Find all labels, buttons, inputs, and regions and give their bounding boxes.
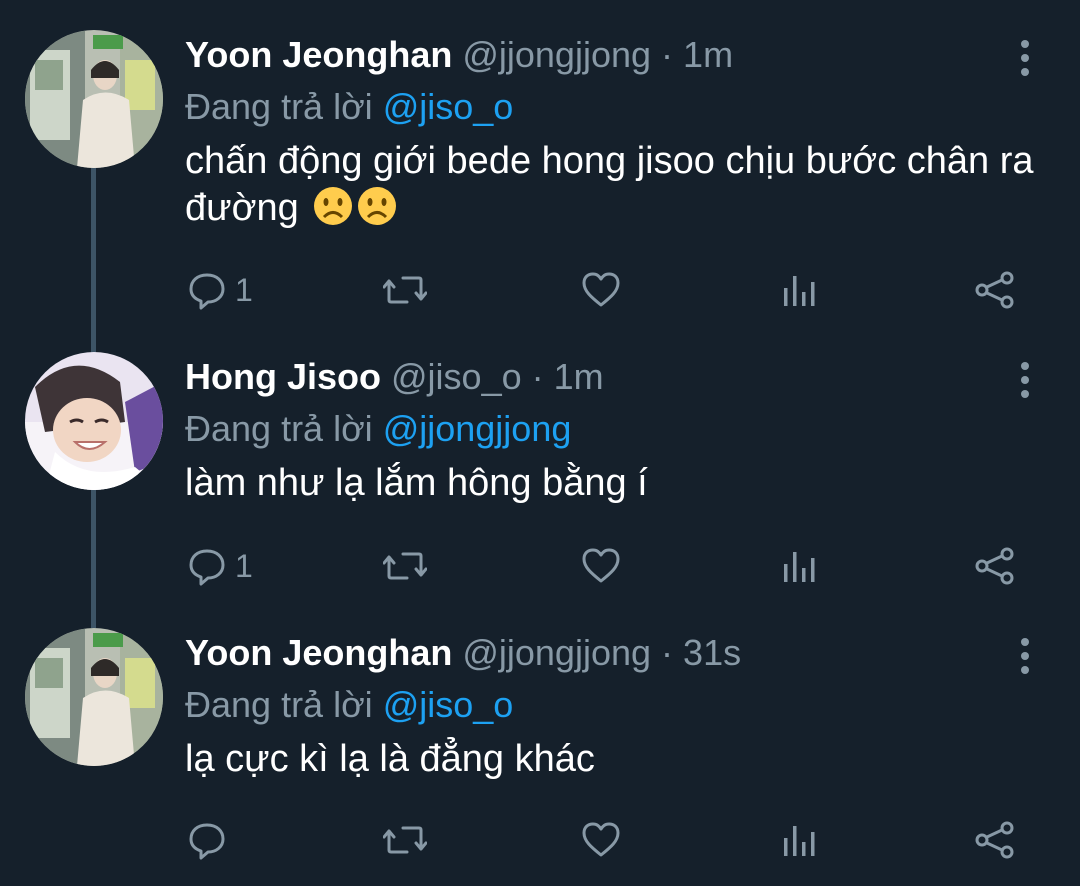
tweet-text: chấn động giới bede hong jisoo chịu bước… <box>185 138 1045 232</box>
analytics-button[interactable] <box>781 816 817 864</box>
author-handle[interactable]: @jiso_o <box>391 356 522 397</box>
tweet-actions <box>185 816 1045 864</box>
reply-prefix: Đang trả lời <box>185 86 373 127</box>
share-button[interactable] <box>973 816 1017 864</box>
share-icon <box>975 271 1014 309</box>
tweet[interactable]: Hong Jisoo @jiso_o · 1m Đang trả lời @jj… <box>0 352 1080 612</box>
like-button[interactable] <box>581 266 629 314</box>
tweet-header: Hong Jisoo @jiso_o · 1m <box>185 352 604 402</box>
reply-context: Đang trả lời @jjongjjong <box>185 404 571 454</box>
analytics-icon <box>784 552 815 582</box>
worried-face-icon <box>357 186 397 226</box>
analytics-icon <box>784 826 815 856</box>
tweet-text-content: làm như lạ lắm hông bằng í <box>185 462 648 504</box>
share-button[interactable] <box>973 542 1017 590</box>
timestamp[interactable]: 1m <box>554 356 604 397</box>
retweet-icon <box>383 276 427 304</box>
avatar[interactable] <box>25 352 163 490</box>
more-options-icon[interactable] <box>1013 360 1037 400</box>
analytics-button[interactable] <box>781 266 817 314</box>
reply-icon <box>189 549 225 586</box>
worried-face-icon <box>313 186 353 226</box>
author-name[interactable]: Hong Jisoo <box>185 356 381 397</box>
reply-button[interactable] <box>187 816 235 864</box>
more-options-icon[interactable] <box>1013 636 1037 676</box>
author-name[interactable]: Yoon Jeonghan <box>185 34 452 75</box>
author-name[interactable]: Yoon Jeonghan <box>185 632 452 673</box>
author-handle[interactable]: @jjongjjong <box>462 632 651 673</box>
separator: · <box>531 356 544 397</box>
tweet-text-content: chấn động giới bede hong jisoo chịu bước… <box>185 140 1034 229</box>
tweet-header: Yoon Jeonghan @jjongjjong · 1m <box>185 30 733 80</box>
reply-prefix: Đang trả lời <box>185 408 373 449</box>
like-icon <box>582 272 620 307</box>
share-button[interactable] <box>973 266 1017 314</box>
reply-button[interactable]: 1 <box>187 266 253 314</box>
reply-mention[interactable]: @jiso_o <box>383 684 514 725</box>
avatar[interactable] <box>25 30 163 168</box>
reply-mention[interactable]: @jiso_o <box>383 86 514 127</box>
more-options-icon[interactable] <box>1013 38 1037 78</box>
tweet-text-content: lạ cực kì lạ là đẳng khác <box>185 738 595 780</box>
reply-context: Đang trả lời @jiso_o <box>185 680 513 730</box>
retweet-button[interactable] <box>383 542 435 590</box>
reply-prefix: Đang trả lời <box>185 684 373 725</box>
analytics-icon <box>784 276 815 306</box>
like-button[interactable] <box>581 542 629 590</box>
avatar[interactable] <box>25 628 163 766</box>
tweet-actions: 1 <box>185 266 1045 314</box>
tweet-text: lạ cực kì lạ là đẳng khác <box>185 736 1045 783</box>
tweet[interactable]: Yoon Jeonghan @jjongjjong · 1m Đang trả … <box>0 30 1080 330</box>
reply-context: Đang trả lời @jiso_o <box>185 82 513 132</box>
timestamp[interactable]: 31s <box>683 632 741 673</box>
retweet-button[interactable] <box>383 816 435 864</box>
reply-count: 1 <box>235 271 253 308</box>
analytics-button[interactable] <box>781 542 817 590</box>
tweet-actions: 1 <box>185 542 1045 590</box>
share-icon <box>975 821 1014 859</box>
retweet-icon <box>383 552 427 580</box>
author-handle[interactable]: @jjongjjong <box>462 34 651 75</box>
tweet-thread: Yoon Jeonghan @jjongjjong · 1m Đang trả … <box>0 0 1080 886</box>
timestamp[interactable]: 1m <box>683 34 733 75</box>
separator: · <box>661 632 674 673</box>
reply-count: 1 <box>235 547 253 584</box>
retweet-button[interactable] <box>383 266 435 314</box>
like-icon <box>582 822 620 857</box>
tweet-header: Yoon Jeonghan @jjongjjong · 31s <box>185 628 741 678</box>
retweet-icon <box>383 826 427 854</box>
like-button[interactable] <box>581 816 629 864</box>
share-icon <box>975 547 1014 585</box>
reply-button[interactable]: 1 <box>187 542 253 590</box>
reply-icon <box>189 273 225 310</box>
like-icon <box>582 548 620 583</box>
tweet[interactable]: Yoon Jeonghan @jjongjjong · 31s Đang trả… <box>0 628 1080 878</box>
separator: · <box>661 34 674 75</box>
tweet-text: làm như lạ lắm hông bằng í <box>185 460 1045 507</box>
reply-icon <box>189 823 225 860</box>
reply-mention[interactable]: @jjongjjong <box>383 408 572 449</box>
